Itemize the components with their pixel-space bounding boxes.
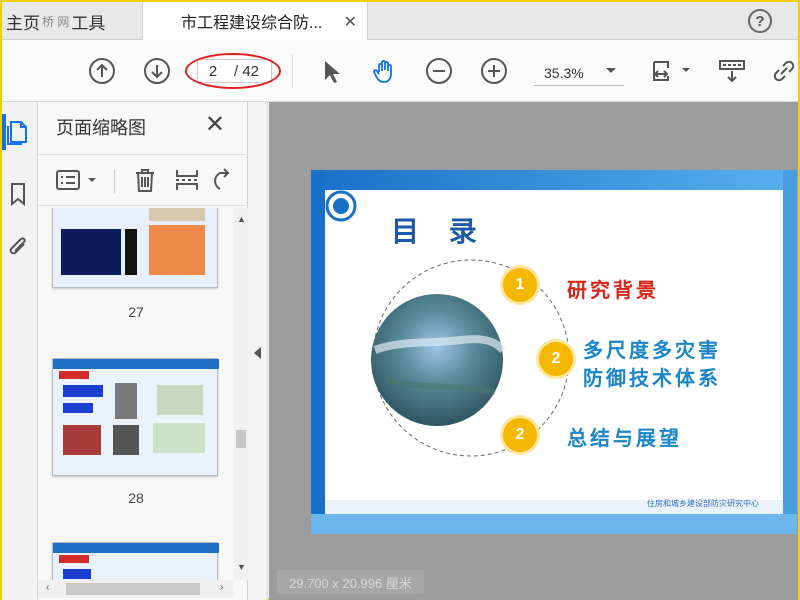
thumbnail-horizontal-scrollbar[interactable]: ‹ › (38, 580, 234, 598)
help-icon[interactable]: ? (748, 9, 772, 33)
attachment-icon[interactable] (4, 234, 32, 262)
collapse-panel-icon[interactable] (254, 347, 261, 359)
minus-circle-icon (426, 58, 452, 84)
hand-icon (373, 60, 392, 83)
thumbnail-image (125, 229, 137, 275)
thumbnail-header (53, 359, 219, 369)
rotate-icon[interactable] (210, 165, 240, 195)
page-fit-button[interactable] (650, 55, 694, 87)
link-button[interactable] (768, 55, 800, 87)
thumbnail-page-28[interactable] (52, 358, 219, 476)
tab-document[interactable]: 市工程建设综合防... ✕ (142, 2, 368, 40)
thumbnail-image (157, 385, 203, 415)
thumbnail-tag (59, 555, 89, 563)
cursor-arrow-icon (325, 61, 340, 83)
item-badge-1: 1 (503, 268, 537, 302)
toolbar: 2 / 42 35.3% (2, 40, 798, 102)
insert-page-icon[interactable] (172, 165, 202, 195)
panel-title: 页面缩略图 (56, 118, 146, 138)
thumbnail-block (63, 385, 103, 397)
thumbnail-image (63, 425, 101, 455)
close-icon[interactable]: ✕ (205, 110, 225, 139)
thumbnail-options-icon[interactable] (54, 165, 100, 195)
chevron-down-icon (606, 68, 616, 73)
thumbnail-vertical-scrollbar[interactable]: ▲ ▼ (234, 208, 248, 580)
thumbnail-image (113, 425, 139, 455)
scrollbar-thumb[interactable] (66, 583, 200, 595)
thumbnail-image (149, 208, 205, 221)
tab-home[interactable]: 主页 桥 网 工具 (2, 2, 142, 40)
pdf-page: 目 录 1 研究背景 2 多尺度多灾害 防御技术体系 2 总结与展望 住房和城乡… (311, 170, 797, 534)
thumbnail-block (63, 403, 93, 413)
tab-tools-label: 工具 (71, 13, 106, 33)
zoom-select[interactable]: 35.3% (534, 60, 624, 86)
scroll-right-icon[interactable]: › (220, 582, 223, 593)
thumbnail-block (63, 569, 91, 579)
previous-page-button[interactable] (86, 55, 118, 87)
thumbnail-page-27[interactable] (52, 208, 218, 288)
scroll-mode-button[interactable] (716, 55, 748, 87)
thumbnail-tag (59, 371, 89, 379)
panel-toolbar (38, 154, 248, 206)
thumbnail-list: 27 28 (38, 208, 234, 580)
thumbnail-image (115, 383, 137, 419)
thumbnail-image (153, 423, 205, 453)
item-summary: 总结与展望 (567, 426, 682, 450)
toolbar-divider (114, 169, 115, 193)
item-badge-3: 2 (503, 418, 537, 452)
scroll-down-icon[interactable]: ▼ (237, 562, 246, 572)
zoom-in-button[interactable] (478, 55, 510, 87)
thumbnail-header (53, 543, 219, 553)
fit-page-icon (653, 61, 690, 81)
scroll-left-icon[interactable]: ‹ (46, 582, 49, 593)
zoom-out-button[interactable] (423, 55, 455, 87)
thumbnail-panel: 页面缩略图 ✕ 27 28 ▲ ▼ ‹ › (38, 102, 248, 600)
arrow-down-circle-icon (144, 58, 170, 84)
thumbnail-image (149, 225, 205, 275)
tab-home-label: 主页 (6, 13, 40, 33)
select-tool-button[interactable] (314, 55, 346, 87)
thumbnail-image (61, 229, 121, 275)
plus-circle-icon (481, 58, 507, 84)
tab-close-icon[interactable]: ✕ (344, 12, 357, 32)
thumbnail-page-29[interactable] (52, 542, 219, 580)
scroll-up-icon[interactable]: ▲ (237, 214, 246, 224)
scrollbar-thumb[interactable] (236, 430, 246, 448)
bookmark-icon[interactable] (4, 180, 32, 208)
item-badge-2: 2 (539, 342, 573, 376)
watermark-text: 桥 网 (42, 14, 70, 29)
document-view[interactable]: 目 录 1 研究背景 2 多尺度多灾害 防御技术体系 2 总结与展望 住房和城乡… (269, 102, 798, 600)
next-page-button[interactable] (141, 55, 173, 87)
item-defense-system-line2: 防御技术体系 (583, 366, 721, 390)
zoom-value: 35.3% (544, 64, 584, 81)
thumbnail-label: 28 (128, 490, 144, 506)
item-research-background: 研究背景 (567, 278, 659, 302)
trash-icon[interactable] (130, 165, 160, 195)
hand-tool-button[interactable] (369, 55, 401, 87)
slide-title: 目 录 (391, 215, 487, 248)
page-size-indicator: 29.700 x 20.996 厘米 (277, 570, 424, 594)
navigation-rail (2, 102, 38, 600)
thumbnail-label: 27 (128, 304, 144, 320)
tab-document-label: 市工程建设综合防... (181, 15, 323, 32)
link-icon (773, 60, 795, 82)
arrow-up-circle-icon (89, 58, 115, 84)
item-defense-system-line1: 多尺度多灾害 (583, 338, 721, 362)
toolbar-divider (292, 54, 293, 88)
slide-footer: 住房和城乡建设部防灾研究中心 (647, 499, 759, 508)
annotation-ellipse (185, 53, 281, 89)
scroll-page-icon (719, 60, 745, 83)
page-thumbnails-icon[interactable] (4, 118, 32, 146)
tab-bar: 主页 桥 网 工具 市工程建设综合防... ✕ ? (2, 2, 798, 40)
